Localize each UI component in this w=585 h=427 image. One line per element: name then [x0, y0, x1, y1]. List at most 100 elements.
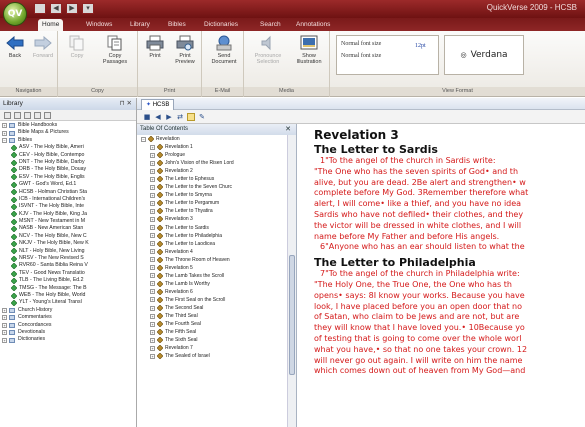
toc-item[interactable]: + The Letter to Thyatira [139, 207, 296, 215]
tab-hcsb[interactable]: ✦ HCSB [141, 99, 175, 110]
expand-icon[interactable]: + [150, 257, 155, 263]
expand-icon[interactable]: + [150, 208, 155, 214]
toc-item[interactable]: + The Letter to Smyrna [139, 191, 296, 199]
library-tree-item[interactable]: TLB - The Living Bible, Ed.2 [0, 277, 136, 284]
expand-icon[interactable]: + [150, 152, 155, 158]
library-tree-item[interactable]: + Bible Handbooks [0, 122, 136, 129]
toc-close-icon[interactable]: ✕ [285, 124, 291, 135]
toc-item[interactable]: + Revelation 6 [139, 288, 296, 296]
tab-annotations[interactable]: Annotations [292, 19, 334, 31]
toc-item[interactable]: + The Letter to Sardis [139, 224, 296, 232]
toc-item[interactable]: + Revelation 4 [139, 248, 296, 256]
scrollbar-thumb[interactable] [289, 255, 295, 375]
toc-item[interactable]: + The Sixth Seal [139, 336, 296, 344]
library-tree-item[interactable]: CEV - Holy Bible, Contempo [0, 152, 136, 159]
print-button[interactable]: Print [142, 35, 168, 59]
nav-sync-icon[interactable]: ⇄ [176, 113, 184, 121]
book-icon[interactable]: ■ [143, 113, 151, 121]
toc-item[interactable]: + The Sealed of Israel [139, 352, 296, 360]
expand-icon[interactable]: + [150, 297, 155, 303]
library-tool-icon[interactable] [34, 112, 41, 119]
copy-button[interactable]: Copy [64, 35, 90, 59]
toc-item[interactable]: + Revelation 1 [139, 143, 296, 151]
library-tree-item[interactable]: MSNT - New Testament in M [0, 218, 136, 225]
library-tool-icon[interactable] [4, 112, 11, 119]
library-tree-item[interactable]: ESV - The Holy Bible, Englis [0, 174, 136, 181]
tab-library[interactable]: Library [126, 19, 154, 31]
expand-icon[interactable]: + [150, 353, 155, 359]
library-tool-icon[interactable] [24, 112, 31, 119]
library-tree-item[interactable]: NLT - Holy Bible, New Living [0, 248, 136, 255]
library-tree-item[interactable]: NKJV - The Holy Bible, New K [0, 240, 136, 247]
send-document-button[interactable]: Send Document [208, 35, 240, 65]
tab-windows[interactable]: Windows [82, 19, 116, 31]
library-tree-item[interactable]: ISVNT - The Holy Bible, Inte [0, 203, 136, 210]
toc-item[interactable]: + The Fifth Seal [139, 328, 296, 336]
toc-toggle-icon[interactable] [187, 112, 195, 121]
toc-item[interactable]: + The Letter to Philadelphia [139, 232, 296, 240]
expand-icon[interactable]: + [150, 281, 155, 287]
expand-icon[interactable]: + [150, 337, 155, 343]
expand-icon[interactable]: + [150, 313, 155, 319]
library-tree-item[interactable]: NASB - New American Stan [0, 225, 136, 233]
toc-item[interactable]: + Revelation 7 [139, 344, 296, 352]
library-tree-item[interactable]: ASV - The Holy Bible, Ameri [0, 144, 136, 151]
pencil-icon[interactable]: ✎ [198, 113, 206, 121]
library-tree-item[interactable]: YLT - Young's Literal Transl [0, 299, 136, 307]
expand-icon[interactable]: + [2, 322, 7, 328]
library-tree-item[interactable]: TEV - Good News Translatio [0, 270, 136, 277]
toc-item[interactable]: + The Third Seal [139, 312, 296, 320]
expand-icon[interactable]: + [150, 200, 155, 206]
font-size-gallery[interactable]: Normal font size Normal font size 12pt [336, 35, 439, 75]
save-icon[interactable] [34, 3, 46, 14]
expand-icon[interactable]: − [2, 137, 7, 143]
toc-item[interactable]: + The First Seal on the Scroll [139, 296, 296, 304]
library-tree-item[interactable]: + Commentaries [0, 314, 136, 321]
pronounce-selection-button[interactable]: Pronounce Selection [248, 35, 288, 65]
expand-icon[interactable]: + [2, 337, 7, 343]
expand-icon[interactable]: + [150, 241, 155, 247]
forward-icon[interactable]: ▶ [66, 3, 78, 14]
toc-item[interactable]: + The Letter to the Seven Churc [139, 183, 296, 191]
library-tool-icon[interactable] [14, 112, 21, 119]
tab-home[interactable]: Home [38, 19, 64, 31]
library-tree-item[interactable]: DRB - The Holy Bible, Douay [0, 166, 136, 174]
copy-passages-button[interactable]: Copy Passages [98, 35, 132, 65]
toc-scrollbar[interactable] [287, 135, 296, 427]
pin-close-icon[interactable]: ⊓ ✕ [120, 98, 132, 110]
expand-icon[interactable]: + [150, 184, 155, 190]
expand-icon[interactable]: + [2, 123, 7, 129]
expand-icon[interactable]: + [150, 225, 155, 231]
toc-item[interactable]: + Prologue [139, 151, 296, 159]
print-preview-button[interactable]: Print Preview [170, 35, 200, 65]
expand-icon[interactable]: + [150, 168, 155, 174]
library-tree-item[interactable]: + Dictionaries [0, 336, 136, 343]
library-tree-item[interactable]: ICB - International Children's [0, 196, 136, 203]
expand-icon[interactable]: + [150, 329, 155, 335]
library-tree-item[interactable]: + Church History [0, 307, 136, 314]
expand-icon[interactable]: + [150, 345, 155, 351]
library-tool-icon[interactable] [44, 112, 51, 119]
library-tree-item[interactable]: TMSG - The Message: The B [0, 285, 136, 292]
library-tree-item[interactable]: KJV - The Holy Bible, King Ja [0, 211, 136, 218]
toc-item[interactable]: + The Letter to Ephesus [139, 175, 296, 183]
library-tree-item[interactable]: NRSV - The New Revised S [0, 255, 136, 262]
back-icon[interactable]: ◀ [50, 3, 62, 14]
tab-bibles[interactable]: Bibles [164, 19, 190, 31]
font-name-gallery[interactable]: ◎ Verdana [444, 35, 524, 75]
dropdown-icon[interactable]: ▾ [82, 3, 94, 14]
expand-icon[interactable]: + [150, 216, 155, 222]
expand-icon[interactable]: + [150, 321, 155, 327]
expand-icon[interactable]: + [150, 273, 155, 279]
library-tree-item[interactable]: − Bibles [0, 137, 136, 144]
nav-back-icon[interactable]: ◀ [154, 113, 162, 121]
library-tree-item[interactable]: + Concordances [0, 322, 136, 329]
app-menu-orb-icon[interactable]: QV [3, 2, 27, 26]
expand-icon[interactable]: + [2, 307, 7, 313]
show-illustration-button[interactable]: Show Illustration [292, 35, 326, 65]
expand-icon[interactable]: − [141, 136, 146, 142]
library-tree-item[interactable]: DNT - The Holy Bible, Darby [0, 159, 136, 166]
library-tree-item[interactable]: RVR60 - Santa Biblia Reina V [0, 262, 136, 270]
toc-item[interactable]: + Revelation 5 [139, 264, 296, 272]
tab-dictionaries[interactable]: Dictionaries [200, 19, 242, 31]
